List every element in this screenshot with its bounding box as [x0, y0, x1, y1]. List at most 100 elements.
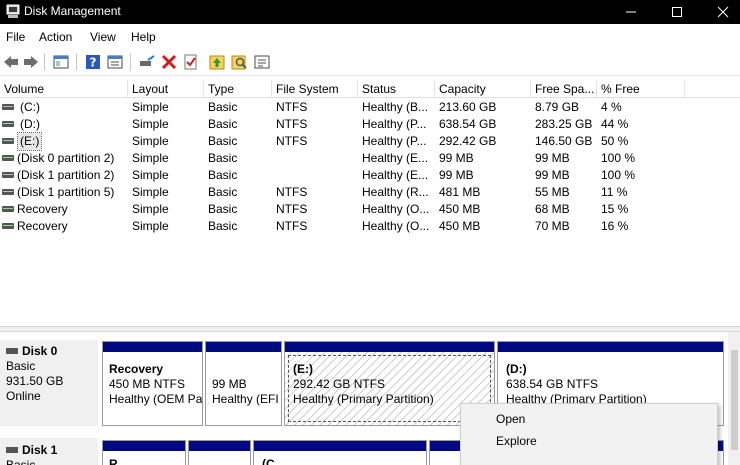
partition-name: (D:)	[506, 362, 527, 376]
cell-free-space: 55 MB	[535, 185, 570, 199]
toolbar-separator	[130, 53, 131, 71]
column-header-file-system[interactable]: File System	[272, 80, 358, 98]
partition-efi[interactable]: 99 MB Healthy (EFI	[205, 341, 282, 426]
context-menu-explore[interactable]: Explore	[496, 434, 537, 448]
cell-free-space: 8.79 GB	[535, 100, 580, 114]
back-arrow-icon[interactable]	[2, 53, 20, 71]
cell-capacity: 292.42 GB	[439, 134, 497, 148]
cell-type: Basic	[208, 168, 238, 182]
table-row[interactable]: (E:) Simple Basic NTFS Healthy (P... 292…	[0, 132, 740, 151]
maximize-icon	[672, 7, 682, 17]
column-header-capacity[interactable]: Capacity	[435, 80, 531, 98]
cell-volume: Recovery	[17, 202, 68, 216]
menu-help[interactable]: Help	[131, 30, 156, 44]
cell-type: Basic	[208, 100, 238, 114]
table-row[interactable]: (C:) Simple Basic NTFS Healthy (B... 213…	[0, 99, 740, 116]
column-header-type[interactable]: Type	[204, 80, 272, 98]
table-row[interactable]: (Disk 1 partition 5) Simple Basic NTFS H…	[0, 184, 740, 201]
partition-bar	[189, 441, 250, 451]
partition-c-drive[interactable]: (C	[253, 440, 427, 465]
cell-percent-free: 50 %	[601, 134, 629, 148]
cell-percent-free: 15 %	[601, 202, 629, 216]
cell-layout: Simple	[132, 100, 169, 114]
cell-percent-free: 11 %	[601, 185, 628, 199]
help-icon[interactable]: ?	[84, 53, 102, 71]
cell-status: Healthy (O...	[362, 219, 430, 233]
table-row[interactable]: (Disk 1 partition 2) Simple Basic Health…	[0, 167, 740, 184]
scrollbar-thumb[interactable]	[731, 350, 738, 450]
check-icon[interactable]	[182, 53, 200, 71]
column-header-volume[interactable]: Volume	[0, 80, 128, 98]
partition-bar	[498, 342, 723, 352]
column-header-percent-free[interactable]: % Free	[597, 80, 685, 98]
table-row[interactable]: Recovery Simple Basic NTFS Healthy (O...…	[0, 218, 740, 235]
partition-name: R	[109, 457, 118, 465]
cell-capacity: 213.60 GB	[439, 100, 497, 114]
menu-action[interactable]: Action	[39, 30, 72, 44]
context-menu-open[interactable]: Open	[496, 412, 525, 426]
cell-free-space: 68 MB	[535, 202, 570, 216]
cell-free-space: 99 MB	[535, 151, 570, 165]
cell-volume: (C:)	[20, 100, 40, 114]
cell-percent-free: 100 %	[601, 151, 636, 165]
menu-file[interactable]: File	[6, 30, 25, 44]
minimize-icon	[626, 11, 636, 13]
partition-size: 450 MB NTFS	[109, 377, 186, 391]
table-row[interactable]: (Disk 0 partition 2) Simple Basic Health…	[0, 150, 740, 167]
column-header-free-space[interactable]: Free Spa...	[531, 80, 597, 98]
cell-volume: (Disk 0 partition 2)	[17, 151, 115, 165]
disk-0-type: Basic	[6, 359, 36, 373]
title-bar: Disk Management	[0, 0, 740, 24]
volume-icon	[2, 189, 14, 195]
column-header-status[interactable]: Status	[358, 80, 435, 98]
partition-status: Healthy (OEM Pa	[109, 392, 203, 406]
cell-volume: (D:)	[20, 117, 40, 131]
cell-capacity: 450 MB	[439, 202, 481, 216]
disk-management-app-icon	[6, 4, 20, 18]
properties-icon[interactable]	[106, 53, 124, 71]
cell-layout: Simple	[132, 219, 169, 233]
table-row[interactable]: Recovery Simple Basic NTFS Healthy (O...…	[0, 201, 740, 218]
cell-layout: Simple	[132, 202, 169, 216]
cell-status: Healthy (B...	[362, 100, 429, 114]
minimize-button[interactable]	[608, 0, 654, 24]
close-button[interactable]	[700, 0, 740, 24]
partition-bar	[103, 342, 202, 352]
cell-status: Healthy (E...	[362, 168, 429, 182]
window-title: Disk Management	[24, 4, 121, 18]
cell-capacity: 99 MB	[439, 151, 474, 165]
cell-capacity: 481 MB	[439, 185, 481, 199]
list-icon[interactable]	[253, 53, 271, 71]
disk-0-label[interactable]: Disk 0 Basic 931.50 GB Online	[0, 340, 98, 426]
partition-disk1-efi[interactable]	[188, 440, 251, 465]
connect-disk-icon[interactable]	[138, 53, 156, 71]
disk-1-label[interactable]: Disk 1 Basic	[0, 438, 98, 465]
cell-file-system: NTFS	[276, 202, 308, 216]
partition-recovery[interactable]: Recovery 450 MB NTFS Healthy (OEM Pa	[102, 341, 203, 426]
partition-size: 638.54 GB NTFS	[506, 377, 599, 391]
partition-bar	[103, 441, 185, 451]
console-view-icon[interactable]	[52, 53, 70, 71]
cell-type: Basic	[208, 151, 238, 165]
cell-free-space: 99 MB	[535, 168, 570, 182]
partition-name: (E:)	[293, 362, 313, 376]
maximize-button[interactable]	[654, 0, 700, 24]
column-header-layout[interactable]: Layout	[128, 80, 204, 98]
search-icon[interactable]	[230, 53, 248, 71]
cell-file-system: NTFS	[276, 185, 308, 199]
import-icon[interactable]	[208, 53, 226, 71]
cell-volume: (Disk 1 partition 5)	[17, 185, 115, 199]
volume-icon	[2, 223, 14, 229]
cell-type: Basic	[208, 117, 238, 131]
table-row[interactable]: (D:) Simple Basic NTFS Healthy (P... 638…	[0, 116, 740, 133]
partition-disk1-recovery[interactable]: R	[102, 440, 186, 465]
cell-layout: Simple	[132, 134, 169, 148]
forward-arrow-icon[interactable]	[22, 53, 40, 71]
volume-icon	[2, 121, 14, 127]
menu-view[interactable]: View	[90, 30, 116, 44]
disk-icon	[6, 446, 18, 453]
partition-size: 99 MB	[212, 377, 247, 391]
toolbar-separator	[76, 53, 77, 71]
cell-type: Basic	[208, 185, 238, 199]
delete-icon[interactable]	[160, 53, 178, 71]
